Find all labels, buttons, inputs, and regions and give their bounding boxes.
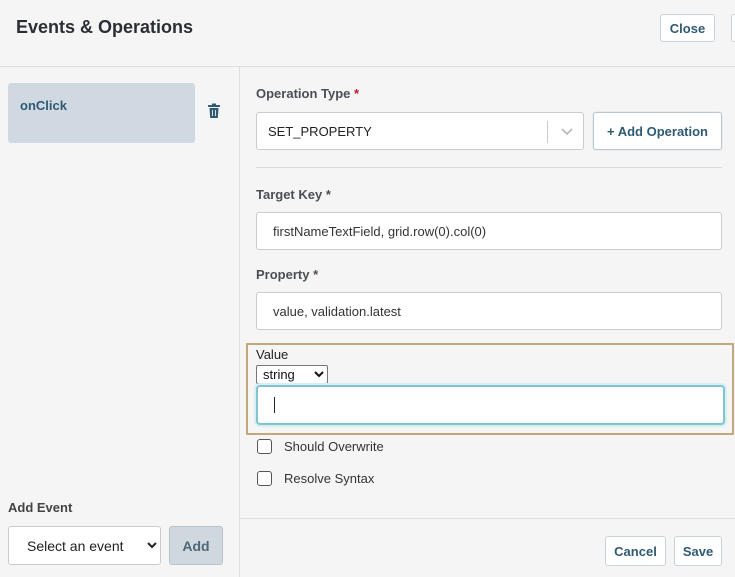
operation-type-label-text: Operation Type <box>256 86 351 101</box>
resolve-syntax-row[interactable]: Resolve Syntax <box>257 469 374 487</box>
required-mark: * <box>354 86 360 101</box>
select-separator <box>547 121 548 143</box>
modal-title: Events & Operations <box>16 17 194 37</box>
event-select[interactable]: Select an event <box>8 526 161 565</box>
value-field-group: Value string <box>246 343 734 435</box>
modal-footer: Cancel Save <box>240 518 735 577</box>
text-caret <box>274 397 275 413</box>
should-overwrite-row[interactable]: Should Overwrite <box>257 437 384 455</box>
should-overwrite-label: Should Overwrite <box>284 438 384 454</box>
close-button[interactable]: Close <box>660 14 715 42</box>
operation-type-value: SET_PROPERTY <box>268 124 372 139</box>
modal-header: Events & Operations Close <box>0 0 735 67</box>
section-divider <box>256 167 722 168</box>
event-item-onclick[interactable]: onClick <box>8 83 195 143</box>
value-type-select[interactable]: string <box>256 365 328 384</box>
save-button[interactable]: Save <box>674 536 722 566</box>
add-event-label: Add Event <box>8 500 73 515</box>
add-operation-button[interactable]: + Add Operation <box>593 112 722 150</box>
chevron-down-icon[interactable] <box>557 123 577 141</box>
operation-type-label: Operation Type * <box>256 86 359 101</box>
header-extra-button[interactable] <box>731 14 735 42</box>
resolve-syntax-label: Resolve Syntax <box>284 470 375 486</box>
cancel-button[interactable]: Cancel <box>605 536 666 566</box>
add-event-button[interactable]: Add <box>169 526 223 565</box>
value-label: Value <box>256 347 289 362</box>
operation-panel: Operation Type * SET_PROPERTY + Add Oper… <box>240 67 735 577</box>
trash-icon[interactable] <box>207 103 221 119</box>
target-key-input[interactable]: firstNameTextField, grid.row(0).col(0) <box>256 212 722 250</box>
events-panel: onClick Add Event Select an event Add <box>0 67 240 577</box>
property-label: Property * <box>256 267 319 282</box>
property-input[interactable]: value, validation.latest <box>256 292 722 330</box>
resolve-syntax-checkbox[interactable] <box>257 470 272 486</box>
target-key-label: Target Key * <box>256 187 331 202</box>
value-input[interactable] <box>256 385 725 425</box>
event-item-label: onClick <box>20 98 67 113</box>
operation-type-select[interactable]: SET_PROPERTY <box>256 112 584 150</box>
should-overwrite-checkbox[interactable] <box>257 438 272 454</box>
